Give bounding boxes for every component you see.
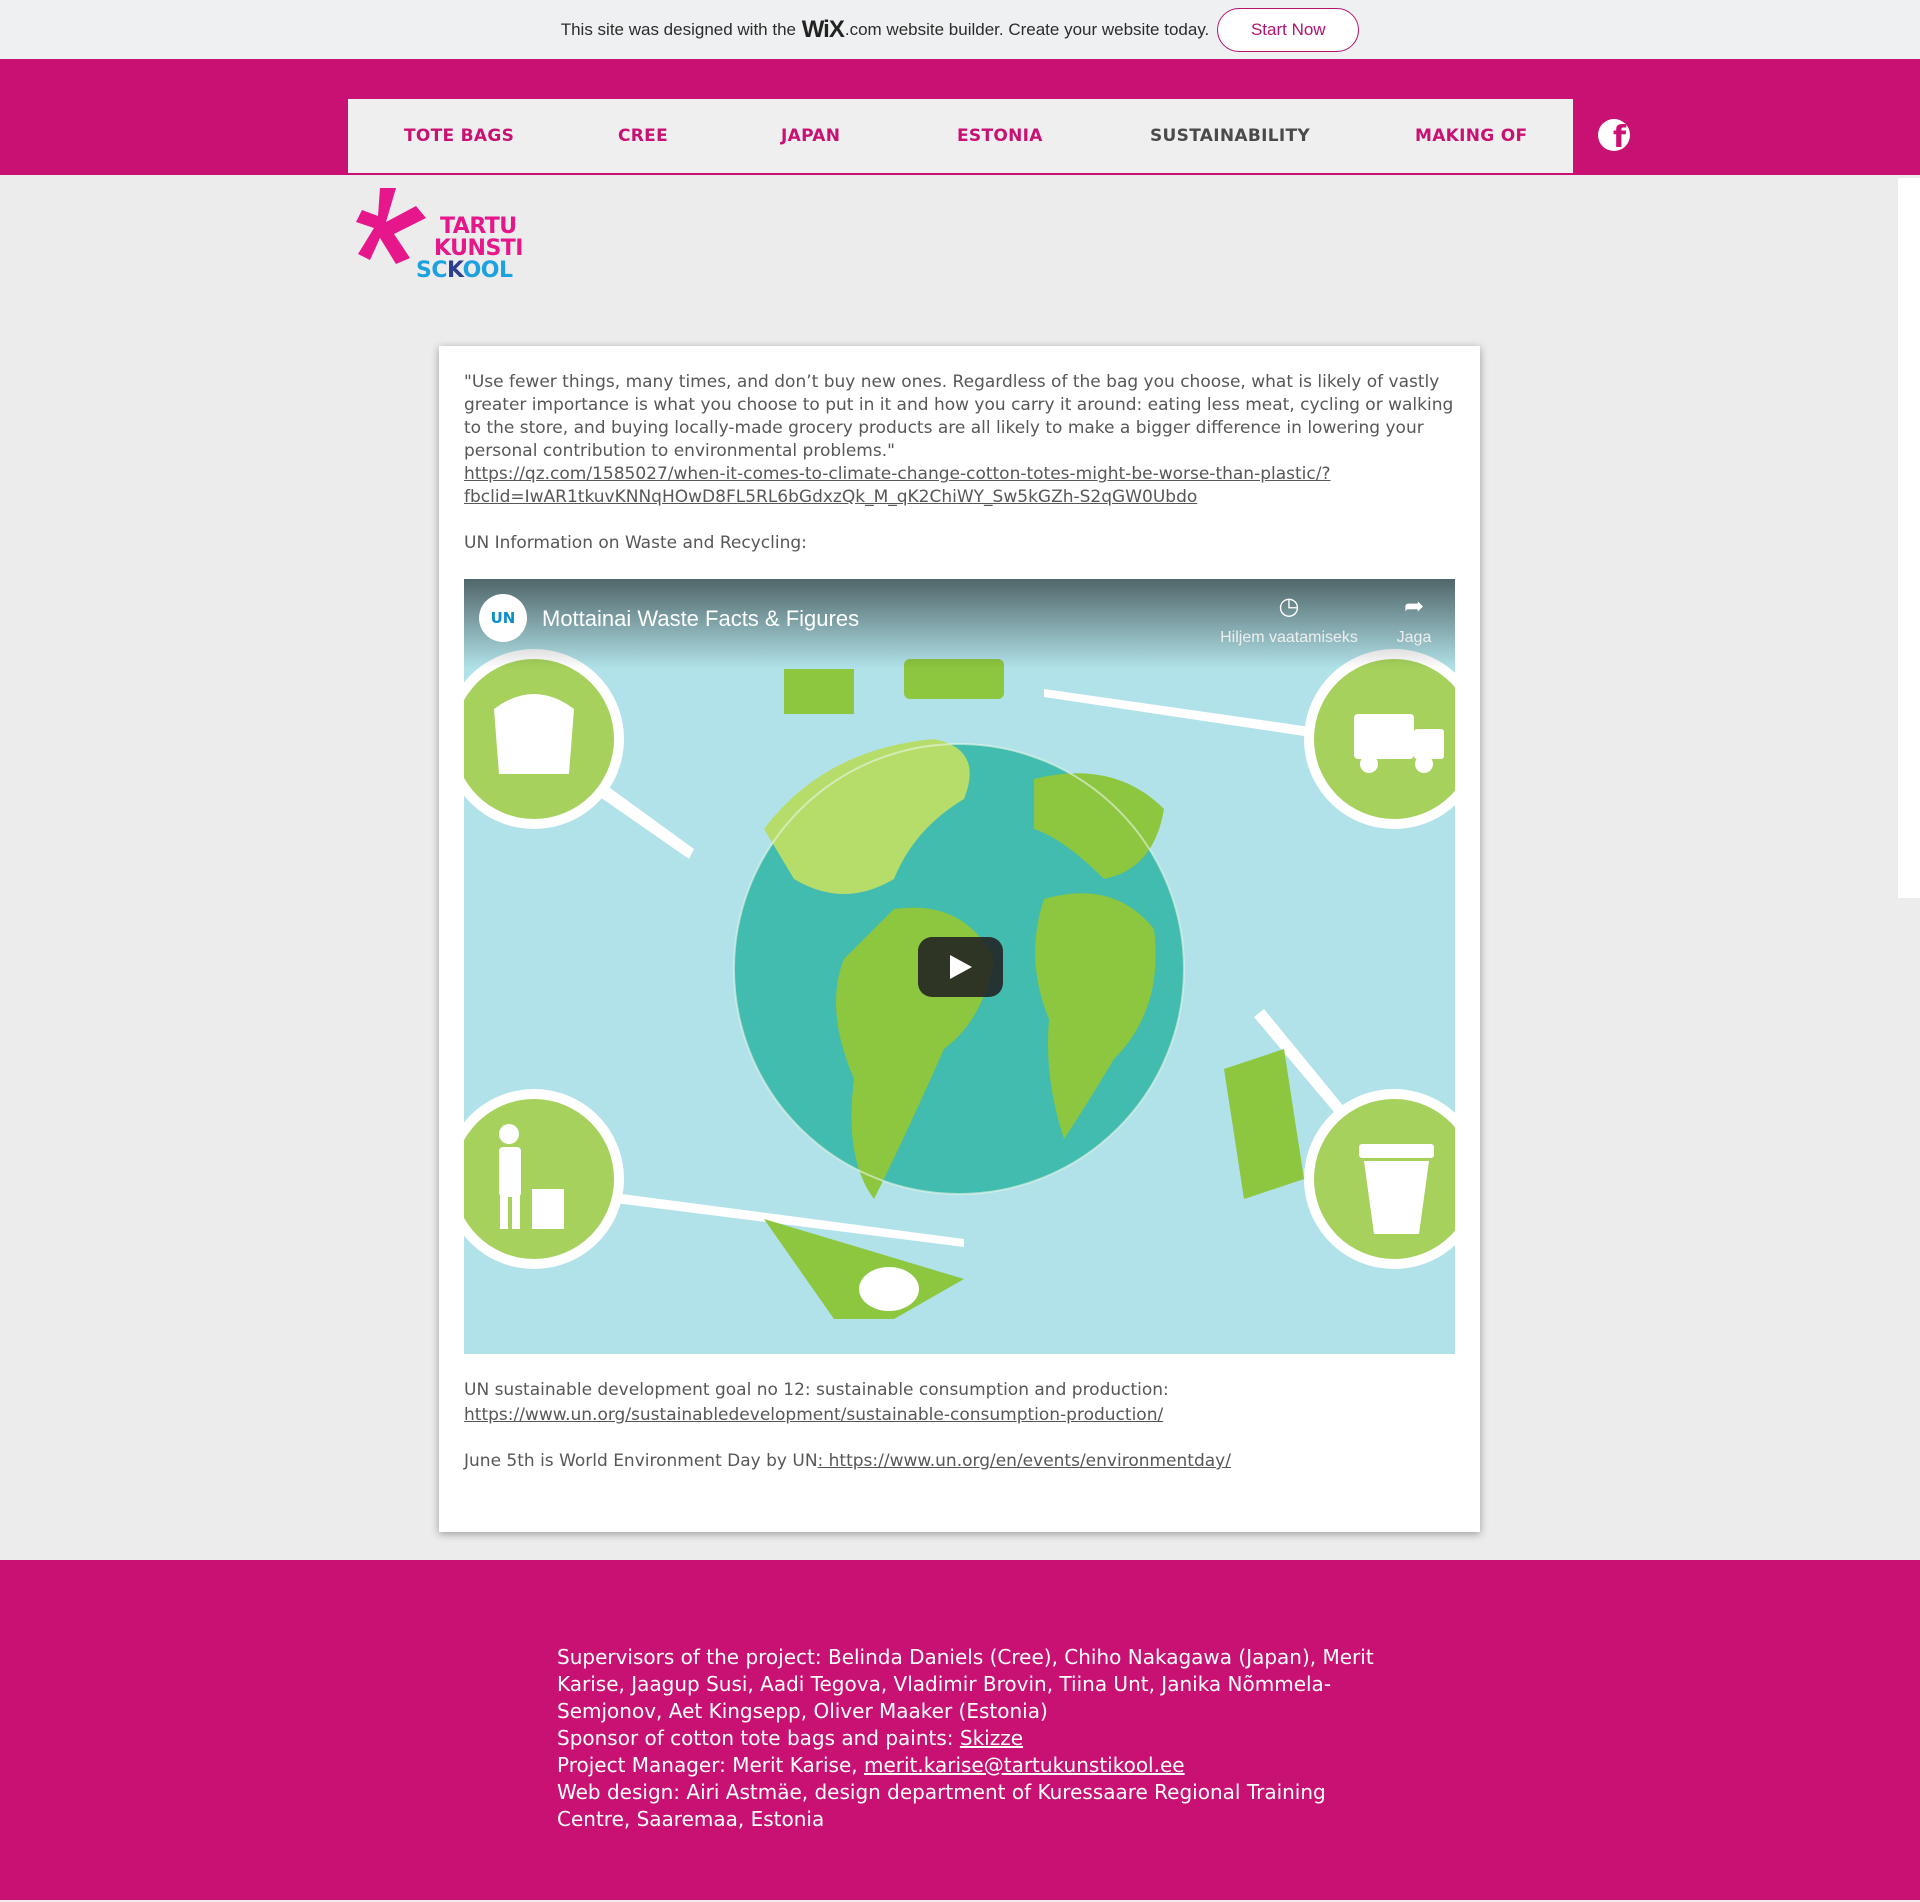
share-label: Jaga [1396, 629, 1432, 646]
wix-banner-text: This site was designed with the [560, 19, 796, 39]
logo-line-3a: SC [416, 258, 448, 283]
watch-later-label: Hiljem vaatamiseks [1220, 629, 1358, 646]
quote-text: "Use fewer things, many times, and don’t… [464, 372, 1454, 461]
watch-later-button[interactable]: ◷ Hiljem vaatamiseks [1204, 593, 1374, 647]
nav-item-japan[interactable]: JAPAN [781, 99, 840, 173]
wix-logo[interactable]: WiX [802, 16, 845, 44]
nav-item-sustainability[interactable]: SUSTAINABILITY [1150, 99, 1310, 173]
un-waste-label: UN Information on Waste and Recycling: [464, 533, 807, 553]
wix-banner: This site was designed with the WiX .com … [0, 0, 1920, 59]
qz-article-link-part-2[interactable]: fbclid=IwAR1tkuvKNNqHOwD8FL5RL6bGdxzQk_M… [464, 487, 1197, 507]
facebook-icon[interactable]: f [1598, 119, 1630, 151]
site-footer: Supervisors of the project: Belinda Dani… [0, 1560, 1920, 1902]
env-day-link[interactable]: : https://www.un.org/en/events/environme… [818, 1451, 1231, 1471]
share-icon: ➦ [1403, 593, 1425, 620]
sdg-link[interactable]: https://www.un.org/sustainabledevelopmen… [464, 1405, 1163, 1425]
video-title[interactable]: Mottainai Waste Facts & Figures [542, 606, 859, 632]
sponsor-label: Sponsor of cotton tote bags and paints: [557, 1726, 960, 1750]
qz-article-link-part-1[interactable]: https://qz.com/1585027/when-it-comes-to-… [464, 464, 1331, 484]
card-text: "Use fewer things, many times, and don’t… [464, 371, 1454, 555]
share-button[interactable]: ➦ Jaga [1384, 593, 1444, 647]
nav-item-estonia[interactable]: ESTONIA [957, 99, 1043, 173]
logo-line-3c: OOL [462, 258, 513, 283]
logo-line-2: KUNSTI [434, 236, 523, 261]
web-design-text: Web design: Airi Astmäe, design departme… [557, 1780, 1326, 1831]
nav-item-cree[interactable]: CREE [618, 99, 668, 173]
sponsor-link[interactable]: Skizze [960, 1726, 1023, 1750]
youtube-video-embed[interactable]: UN Mottainai Waste Facts & Figures ◷ Hil… [464, 579, 1455, 1354]
play-button[interactable] [918, 937, 1003, 997]
tartu-kunstikool-logo[interactable]: TARTU KUNSTI SCKOOL [356, 186, 546, 291]
sdg-label: UN sustainable development goal no 12: s… [464, 1380, 1169, 1400]
content-card: "Use fewer things, many times, and don’t… [439, 346, 1480, 1532]
nav-item-making-of[interactable]: MAKING OF [1415, 99, 1527, 173]
card-text-bottom: UN sustainable development goal no 12: s… [464, 1379, 1454, 1473]
side-strip [1898, 178, 1920, 898]
main-nav: TOTE BAGS CREE JAPAN ESTONIA SUSTAINABIL… [348, 99, 1573, 173]
footer-text: Supervisors of the project: Belinda Dani… [557, 1644, 1377, 1833]
nav-item-tote-bags[interactable]: TOTE BAGS [404, 99, 514, 173]
supervisors-text: Supervisors of the project: Belinda Dani… [557, 1645, 1374, 1723]
clock-icon: ◷ [1278, 593, 1300, 620]
start-now-button[interactable]: Start Now [1217, 7, 1360, 52]
un-channel-logo[interactable]: UN [479, 594, 527, 642]
logo-line-1: TARTU [440, 214, 517, 239]
project-manager-label: Project Manager: Merit Karise, [557, 1753, 864, 1777]
play-icon [949, 955, 972, 979]
project-manager-email-link[interactable]: merit.karise@tartukunstikool.ee [864, 1753, 1185, 1777]
wix-banner-text-after: .com website builder. Create your websit… [844, 19, 1210, 39]
logo-line-3b: K [447, 258, 463, 283]
env-day-label: June 5th is World Environment Day by UN [464, 1451, 818, 1471]
